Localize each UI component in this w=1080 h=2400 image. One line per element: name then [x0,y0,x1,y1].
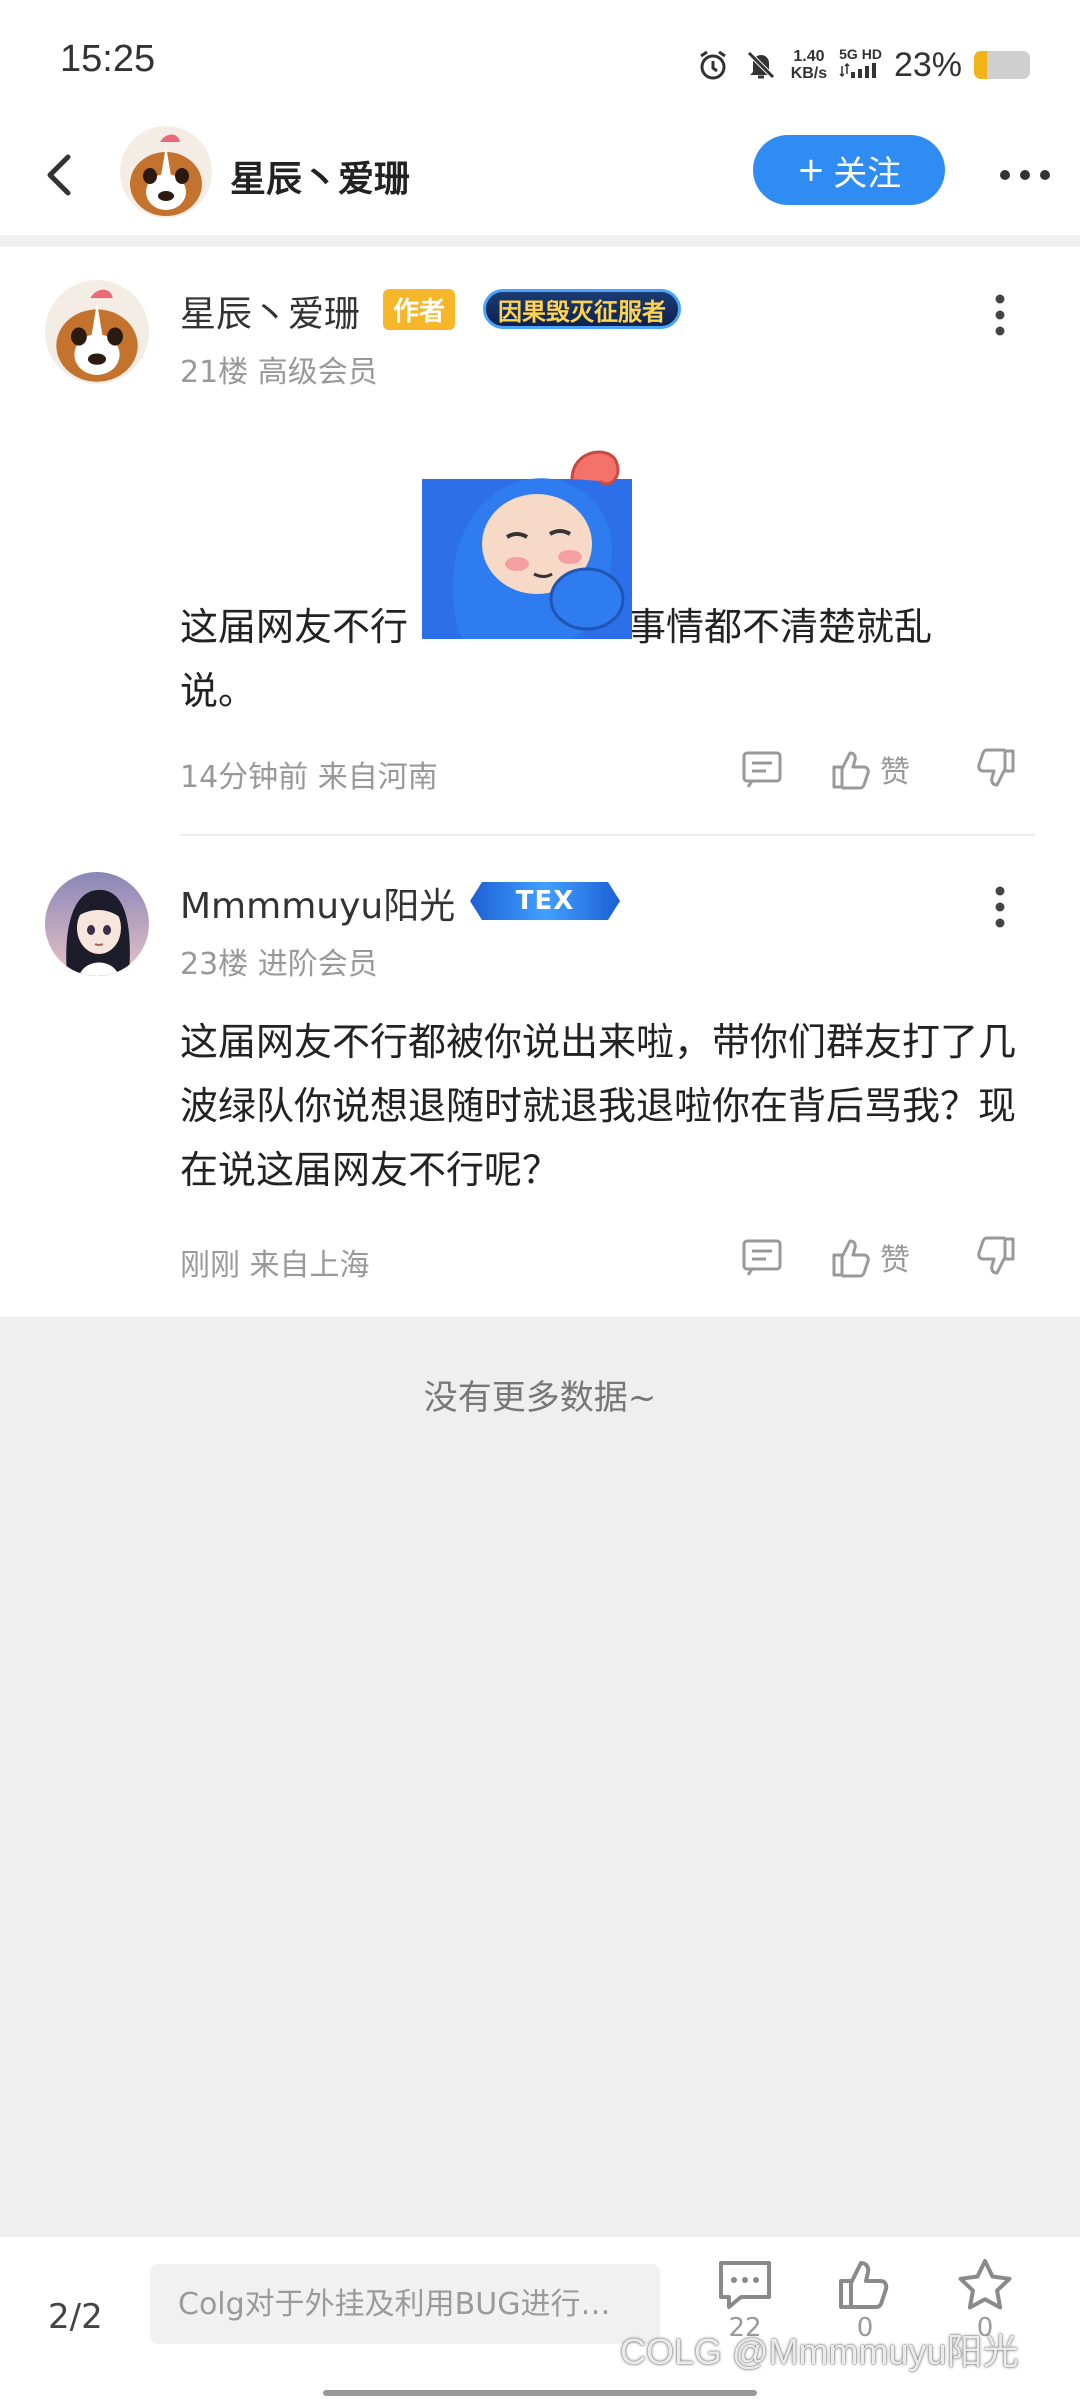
back-button[interactable] [30,145,90,205]
comment-divider [180,834,1035,836]
signal-bars-icon [839,62,877,78]
plus-icon: + [796,150,826,190]
thumbs-down-icon [977,748,1015,787]
comment-icon [742,751,782,788]
comment-bubble-icon [719,2261,771,2309]
title-badge: 因果毁灭征服者 [483,289,681,329]
net-speed-value: 1.40 [793,48,825,65]
status-time: 15:25 [60,38,156,80]
battery-level-fill [974,51,987,79]
status-icons: 1.40 KB/s 5G HD 23% [695,40,1030,90]
avatar[interactable] [45,280,149,384]
net-speed: 1.40 KB/s [791,48,827,82]
like-label: 赞 [880,755,910,790]
star-icon [958,2259,1012,2310]
like-button[interactable]: 赞 [828,747,910,791]
anime-girl-avatar-icon [45,872,149,976]
thumbs-up-icon [839,2261,889,2309]
thumbs-down-icon [977,1236,1015,1275]
comment-icon [742,1239,782,1276]
title-badge: TEX [470,882,620,920]
thumbs-up-icon [832,1239,870,1278]
comment-list: 星辰丶爱珊 作者 因果毁灭征服者 21楼 高级会员 这届网友不行 事情都不清楚就乱… [0,247,1080,1317]
follow-label: 关注 [833,153,902,194]
more-vertical-icon [995,294,1005,336]
comment-meta: 21楼 高级会员 [180,355,378,390]
header-avatar[interactable] [120,126,212,218]
status-bar: 15:25 1.40 KB/s 5G HD 23% [0,0,1080,120]
net-speed-unit: KB/s [790,65,828,82]
avatar[interactable] [45,872,149,976]
comment-username[interactable]: 星辰丶爱珊 [180,285,360,337]
author-badge: 作者 [383,289,456,330]
watermark: COLG @Mmmmuyu阳光 [620,2331,1019,2372]
blue-mascot-sticker-icon [422,450,632,639]
no-more-data-text: 没有更多数据~ [423,1378,657,1418]
comment-username[interactable]: Mmmmuyu阳光 [180,877,455,929]
comment-more-button[interactable] [985,877,1015,937]
header-username[interactable]: 星辰丶爱珊 [230,150,410,202]
top-nav-bar: 星辰丶爱珊 + 关注 [0,120,1080,235]
comment-body: 这届网友不行都被你说出来啦，带你们群友打了几波绿队你说想退随时就退我退啦你在背后… [180,1020,1017,1192]
bottom-action-bar: 2/2 22 0 0 [0,2235,1080,2400]
comment-text-part: 事情都不清楚就乱 [628,605,933,649]
chevron-left-icon [47,154,71,196]
reply-button[interactable] [740,1235,784,1279]
emoji-sticker [422,439,632,639]
comment-time-location: 14分钟前 来自河南 [180,760,438,795]
comment-input[interactable] [150,2264,660,2344]
more-vertical-icon [995,886,1005,928]
net-type-label: 5G HD [839,46,882,62]
thumbs-up-icon [832,751,870,790]
corgi-avatar-icon [120,126,212,218]
more-horizontal-icon [1000,170,1050,180]
comment-time-location: 刚刚 来自上海 [180,1248,370,1283]
page-indicator[interactable]: 2/2 [48,2297,103,2337]
follow-button[interactable]: + 关注 [753,135,945,205]
like-label: 赞 [880,1243,910,1278]
comment-more-button[interactable] [985,285,1015,345]
more-options-button[interactable] [995,150,1055,200]
corgi-avatar-icon [45,280,149,384]
reply-button[interactable] [740,747,784,791]
header-divider [0,235,1080,247]
comment-text-part: 说。 [180,669,257,713]
dislike-button[interactable] [975,747,1019,791]
battery-icon [974,51,1030,79]
home-indicator[interactable] [323,2390,757,2396]
dislike-button[interactable] [975,1235,1019,1279]
like-button[interactable]: 赞 [828,1235,910,1279]
comment-meta: 23楼 进阶会员 [180,947,378,982]
battery-percent: 23% [893,45,962,84]
mute-bell-icon [743,47,779,83]
alarm-icon [695,47,731,83]
comment-text-part: 这届网友不行 [180,605,409,649]
signal: 5G HD [839,47,882,83]
